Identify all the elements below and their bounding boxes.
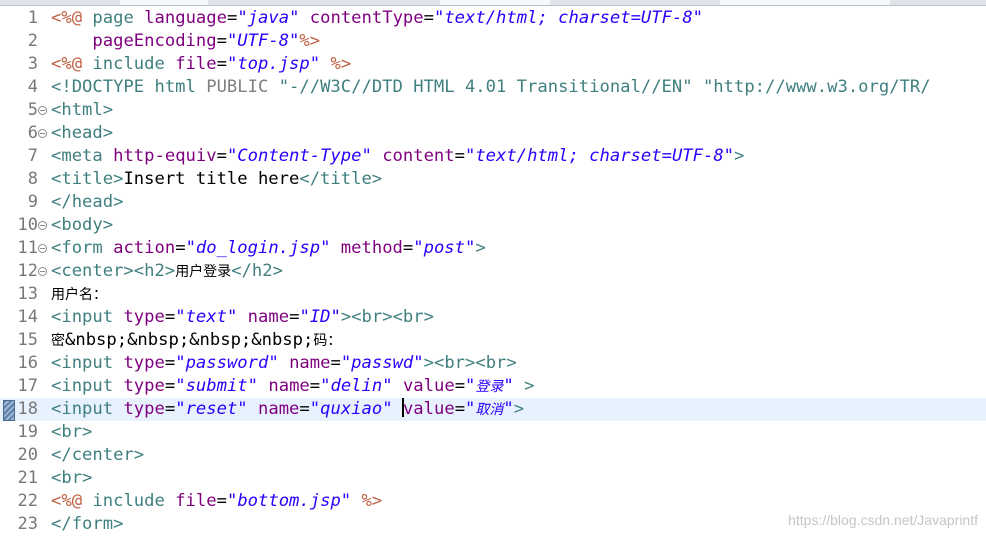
code-text[interactable]: <title>Insert title here</title> [51,168,382,191]
fold-toggle-icon[interactable] [38,244,47,253]
line-number: 7 [27,146,38,166]
code-text[interactable]: 密&nbsp;&nbsp;&nbsp;&nbsp;码： [51,329,341,353]
code-text[interactable]: <html> [51,99,113,122]
code-line[interactable]: 13 用户名： [0,283,986,306]
code-line[interactable]: 7 <meta http-equiv="Content-Type" content… [0,145,986,168]
code-text[interactable]: pageEncoding="UTF-8"%> [51,30,320,53]
line-number: 15 [17,330,38,350]
code-text[interactable]: <center><h2>用户登录</h2> [51,260,283,284]
code-text[interactable]: <br> [51,467,92,490]
code-line[interactable]: 19 <br> [0,421,986,444]
line-number: 16 [17,353,38,373]
line-number: 9 [27,192,38,212]
line-number: 21 [17,468,38,488]
line-number: 4 [27,77,38,97]
line-number: 18 [17,399,38,419]
code-line[interactable]: 4 <!DOCTYPE html PUBLIC "-//W3C//DTD HTML… [0,76,986,99]
line-number: 12 [17,261,38,281]
line-number: 10 [17,215,38,235]
code-text[interactable]: <!DOCTYPE html PUBLIC "-//W3C//DTD HTML … [51,76,931,99]
line-number: 1 [27,8,38,28]
watermark: https://blog.csdn.net/Javaprintf [788,512,978,528]
line-number: 5 [27,100,38,120]
line-number: 3 [27,54,38,74]
code-text[interactable]: </center> [51,444,144,467]
line-number: 6 [27,123,38,143]
code-text[interactable]: <%@ include file="top.jsp" %> [51,53,351,76]
code-text[interactable]: <input type="text" name="ID"><br><br> [51,306,434,329]
code-text[interactable]: <head> [51,122,113,145]
line-number: 11 [17,238,38,258]
code-text[interactable]: <form action="do_login.jsp" method="post… [51,237,486,260]
code-line[interactable]: 14 <input type="text" name="ID"><br><br> [0,306,986,329]
line-number: 14 [17,307,38,327]
code-line[interactable]: 17 <input type="submit" name="delin" valu… [0,375,986,398]
code-text[interactable]: <input type="reset" name="quxiao" value=… [51,398,524,422]
code-text[interactable]: <%@ page language="java" contentType="te… [51,7,703,30]
code-text[interactable]: </form> [51,513,123,536]
code-text[interactable]: <br> [51,421,92,444]
code-line[interactable]: 1 <%@ page language="java" contentType="t… [0,7,986,30]
code-text[interactable]: <%@ include file="bottom.jsp" %> [51,490,382,513]
fold-toggle-icon[interactable] [38,221,47,230]
code-line[interactable]: 8 <title>Insert title here</title> [0,168,986,191]
code-text[interactable]: <input type="password" name="passwd"><br… [51,352,517,375]
code-line[interactable]: 2 pageEncoding="UTF-8"%> [0,30,986,53]
line-number: 17 [17,376,38,396]
code-line[interactable]: 3 <%@ include file="top.jsp" %> [0,53,986,76]
code-text[interactable]: <meta http-equiv="Content-Type" content=… [51,145,744,168]
line-number: 2 [27,31,38,51]
fold-toggle-icon[interactable] [38,267,47,276]
code-line[interactable]: 20 </center> [0,444,986,467]
code-text[interactable]: <body> [51,214,113,237]
line-number: 20 [17,445,38,465]
code-line[interactable]: 22 <%@ include file="bottom.jsp" %> [0,490,986,513]
code-line[interactable]: 9 </head> [0,191,986,214]
code-line[interactable]: 15 密&nbsp;&nbsp;&nbsp;&nbsp;码： [0,329,986,352]
code-text[interactable]: <input type="submit" name="delin" value=… [51,375,534,399]
line-number: 8 [27,169,38,189]
code-line[interactable]: 18 <input type="reset" name="quxiao" valu… [0,398,986,421]
code-line[interactable]: 5 <html> [0,99,986,122]
code-line[interactable]: 16 <input type="password" name="passwd"><… [0,352,986,375]
code-editor[interactable]: 1 <%@ page language="java" contentType="t… [0,7,986,534]
line-number: 22 [17,491,38,511]
line-number: 13 [17,284,38,304]
line-number: 19 [17,422,38,442]
code-text[interactable]: </head> [51,191,123,214]
editor-tab[interactable] [720,0,890,5]
code-line[interactable]: 6 <head> [0,122,986,145]
editor-tab[interactable] [120,0,208,5]
line-number: 23 [17,514,38,534]
code-line[interactable]: 11 <form action="do_login.jsp" method="po… [0,237,986,260]
code-line[interactable]: 21 <br> [0,467,986,490]
code-line[interactable]: 12 <center><h2>用户登录</h2> [0,260,986,283]
editor-tab[interactable] [440,0,550,5]
code-line[interactable]: 10 <body> [0,214,986,237]
editor-tab-strip [0,0,986,6]
fold-toggle-icon[interactable] [38,106,47,115]
code-text[interactable]: 用户名： [51,283,107,307]
fold-toggle-icon[interactable] [38,129,47,138]
